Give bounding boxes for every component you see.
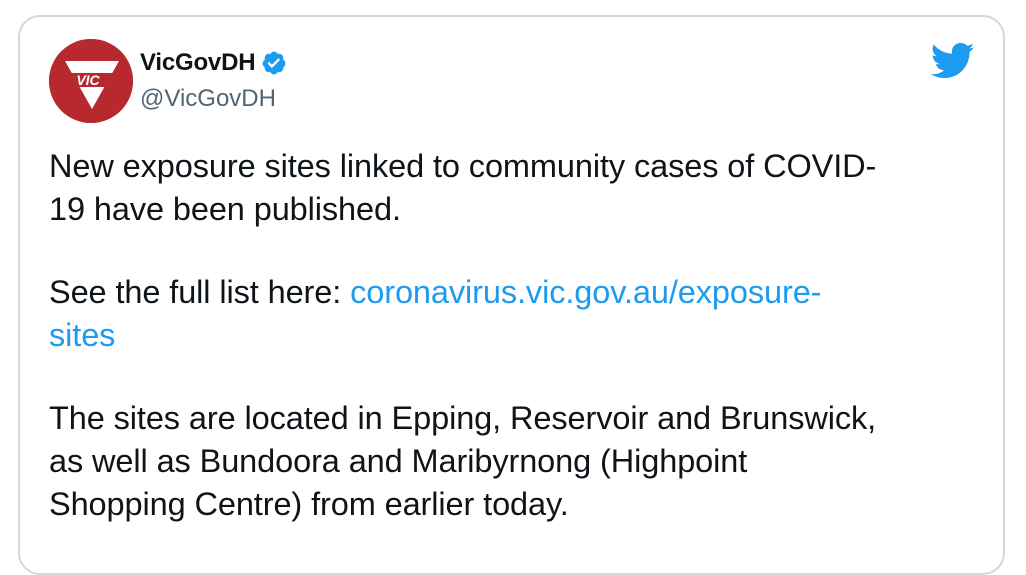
tweet-card[interactable]: VIC VicGovDH @VicGovDH New exposure site…: [18, 15, 1005, 575]
avatar-text: VIC: [76, 72, 100, 88]
tweet-paragraph-1: New exposure sites linked to community c…: [49, 145, 979, 231]
tweet-line: Shopping Centre) from earlier today.: [49, 486, 569, 522]
twitter-bird-icon[interactable]: [930, 42, 975, 80]
tweet-line: 19 have been published.: [49, 191, 401, 227]
vic-logo-icon: VIC: [49, 39, 133, 123]
tweet-line: as well as Bundoora and Maribyrnong (Hig…: [49, 443, 748, 479]
display-name[interactable]: VicGovDH: [140, 49, 256, 77]
author-name-row: VicGovDH: [140, 49, 287, 77]
tweet-paragraph-3: The sites are located in Epping, Reservo…: [49, 397, 979, 526]
verified-badge-icon: [261, 50, 287, 76]
tweet-paragraph-2: See the full list here: coronavirus.vic.…: [49, 271, 979, 357]
user-handle[interactable]: @VicGovDH: [140, 85, 276, 113]
tweet-text: New exposure sites linked to community c…: [49, 145, 979, 526]
tweet-line: The sites are located in Epping, Reservo…: [49, 400, 877, 436]
avatar[interactable]: VIC: [49, 39, 133, 123]
tweet-line: See the full list here:: [49, 274, 351, 310]
tweet-line: New exposure sites linked to community c…: [49, 148, 877, 184]
